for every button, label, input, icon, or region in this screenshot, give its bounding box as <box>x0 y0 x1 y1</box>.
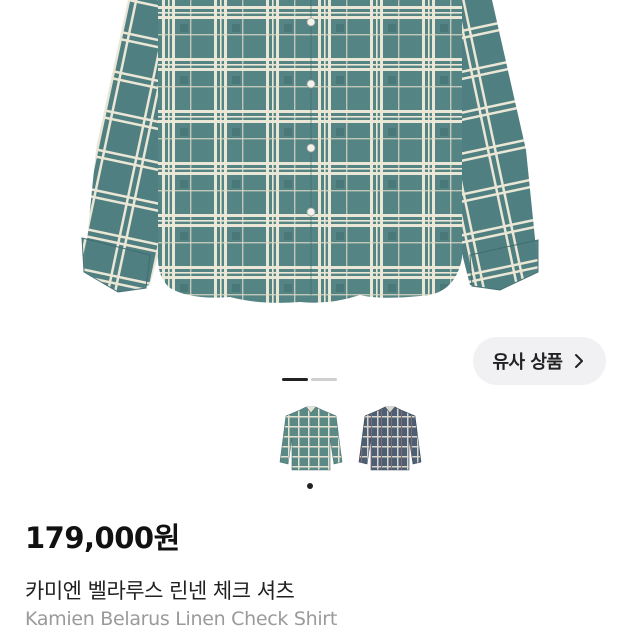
chevron-right-icon <box>574 354 583 368</box>
slide-indicator <box>282 378 338 382</box>
selected-thumbnail-dot <box>307 483 313 489</box>
similar-products-button[interactable]: 유사 상품 <box>473 337 606 385</box>
product-name-korean: 카미엔 벨라루스 린넨 체크 셔츠 <box>25 579 295 603</box>
product-price: 179,000원 <box>25 521 180 555</box>
thumbnail-navy-shirt[interactable] <box>355 404 425 476</box>
similar-products-label: 유사 상품 <box>492 352 563 373</box>
product-name-english: Kamien Belarus Linen Check Shirt <box>25 608 337 630</box>
product-main-image <box>0 0 620 340</box>
thumbnail-green-shirt[interactable] <box>276 404 346 476</box>
slide-indicator-active <box>282 378 308 381</box>
slide-indicator-inactive <box>311 378 337 381</box>
